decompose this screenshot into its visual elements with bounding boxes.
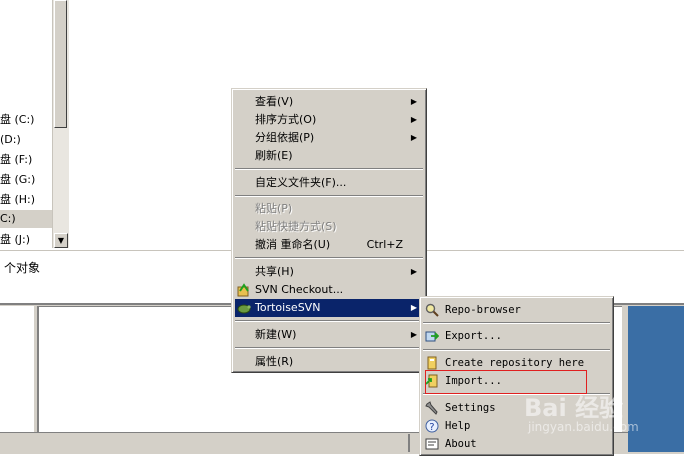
watermark-url: jingyan.baidu.com: [528, 420, 639, 434]
drive-item[interactable]: 盘 (C:): [0, 111, 34, 129]
menu-item-label: Export...: [445, 330, 502, 342]
menu-item-label: 自定义文件夹(F)...: [255, 176, 347, 189]
create-repo-icon: [425, 356, 439, 370]
drive-item[interactable]: (D:): [0, 131, 21, 149]
menu-item-new[interactable]: 新建(W) ▶: [235, 326, 423, 344]
menu-item-repo-browser[interactable]: Repo-browser: [423, 301, 610, 319]
menu-item-export[interactable]: Export...: [423, 327, 610, 345]
menu-item-label: 属性(R): [255, 355, 294, 368]
drive-item[interactable]: 盘 (F:): [0, 151, 32, 169]
menu-item-paste: 粘贴(P): [235, 200, 423, 218]
lower-left-panel: [0, 306, 34, 432]
checkout-icon: [237, 283, 251, 297]
drive-item[interactable]: 盘 (H:): [0, 191, 35, 209]
shortcut-label: Ctrl+Z: [366, 238, 403, 251]
menu-item-sort[interactable]: 排序方式(O) ▶: [235, 111, 423, 129]
export-icon: [425, 329, 440, 343]
magnifier-icon: [425, 303, 439, 317]
menu-item-label: 分组依据(P): [255, 131, 315, 144]
menu-item-label: SVN Checkout...: [255, 283, 344, 296]
drive-item-selected[interactable]: C:): [0, 210, 52, 228]
menu-item-label: Repo-browser: [445, 304, 521, 316]
drive-item[interactable]: 盘 (J:): [0, 231, 30, 249]
menu-item-label: Help: [445, 420, 471, 432]
menu-item-label: 查看(V): [255, 95, 294, 108]
scroll-down-icon[interactable]: ▼: [54, 233, 68, 248]
svg-text:?: ?: [429, 422, 434, 433]
context-menu: 查看(V) ▶ 排序方式(O) ▶ 分组依据(P) ▶ 刷新(E) 自定义文件夹…: [231, 88, 427, 373]
menu-item-paste-shortcut: 粘贴快捷方式(S): [235, 218, 423, 236]
menu-separator: [423, 322, 610, 324]
menu-item-customize-folder[interactable]: 自定义文件夹(F)...: [235, 174, 423, 192]
menu-separator: [235, 168, 423, 170]
watermark-brand: Bai 经验: [524, 394, 624, 422]
menu-item-refresh[interactable]: 刷新(E): [235, 147, 423, 165]
menu-item-tortoisesvn[interactable]: TortoiseSVN ▶: [235, 299, 423, 317]
menu-separator: [235, 347, 423, 349]
about-icon: [425, 437, 439, 451]
baidu-watermark: Bai 经验 jingyan.baidu.com: [524, 388, 684, 452]
tree-scrollbar[interactable]: ▼: [52, 0, 69, 248]
menu-item-view[interactable]: 查看(V) ▶: [235, 93, 423, 111]
menu-item-label: 共享(H): [255, 265, 294, 278]
scrollbar-thumb[interactable]: [54, 0, 67, 128]
menu-item-share[interactable]: 共享(H) ▶: [235, 263, 423, 281]
tortoise-icon: [237, 301, 251, 315]
menu-item-label: 新建(W): [255, 328, 297, 341]
menu-item-label: 排序方式(O): [255, 113, 317, 126]
menu-item-label: 撤消 重命名(U): [255, 238, 331, 251]
help-icon: ?: [425, 419, 439, 433]
menu-item-label: Create repository here: [445, 357, 585, 369]
folder-tree: 盘 (C:) (D:) 盘 (F:) 盘 (G:) 盘 (H:) C:) 盘 (…: [0, 0, 52, 248]
menu-item-undo-rename[interactable]: 撤消 重命名(U) Ctrl+Z: [235, 236, 423, 254]
menu-item-label: About: [445, 438, 477, 450]
wrench-icon: [425, 401, 439, 415]
menu-item-label: 刷新(E): [255, 149, 293, 162]
submenu-arrow-icon: ▶: [410, 330, 417, 339]
submenu-arrow-icon: ▶: [410, 267, 417, 276]
menu-separator: [423, 349, 610, 351]
submenu-arrow-icon: ▶: [410, 97, 417, 106]
menu-item-label: Settings: [445, 402, 496, 414]
menu-separator: [235, 257, 423, 259]
menu-item-properties[interactable]: 属性(R): [235, 353, 423, 371]
submenu-arrow-icon: ▶: [410, 133, 417, 142]
menu-item-label: TortoiseSVN: [255, 301, 321, 314]
menu-item-label: 粘贴(P): [255, 202, 293, 215]
menu-separator: [235, 195, 423, 197]
menu-item-group[interactable]: 分组依据(P) ▶: [235, 129, 423, 147]
menu-item-label: 粘贴快捷方式(S): [255, 220, 337, 233]
object-count: 个对象: [4, 261, 41, 275]
menu-separator: [235, 320, 423, 322]
submenu-arrow-icon: ▶: [410, 303, 417, 312]
status-divider: [408, 434, 410, 452]
submenu-arrow-icon: ▶: [410, 115, 417, 124]
menu-item-svn-checkout[interactable]: SVN Checkout...: [235, 281, 423, 299]
drive-item[interactable]: 盘 (G:): [0, 171, 35, 189]
